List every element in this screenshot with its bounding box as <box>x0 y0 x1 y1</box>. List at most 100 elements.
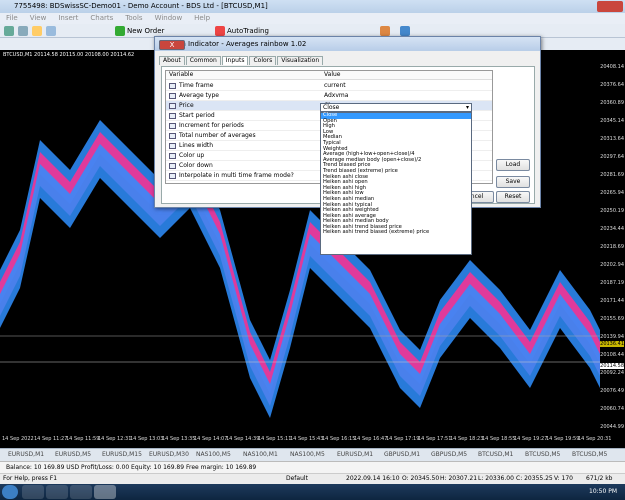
tab-about[interactable]: About <box>159 56 185 65</box>
reset-button[interactable]: Reset <box>496 191 530 203</box>
price-combobox-value: Close <box>323 104 340 111</box>
price-tick-label: 20281.69 <box>600 172 624 178</box>
symbol-tab[interactable]: NAS100,M5 <box>196 451 231 458</box>
menu-bar: File View Insert Charts Tools Window Help <box>0 13 625 24</box>
price-combobox[interactable]: Close ▾ <box>320 103 472 112</box>
input-value[interactable]: Adxvma <box>324 92 348 99</box>
symbol-tab[interactable]: EURUSD,M1 <box>337 451 373 458</box>
price-tick-label: 20250.19 <box>600 208 624 214</box>
symbol-tab[interactable]: NAS100,M5 <box>290 451 325 458</box>
indicators-icon[interactable] <box>380 26 390 36</box>
status-low: L: 20336.00 <box>478 475 514 482</box>
menu-file[interactable]: File <box>0 13 24 22</box>
price-tag: 20136.41 <box>600 341 624 347</box>
window-titlebar: 7755498: BDSwissSC-Demo01 - Demo Account… <box>0 0 625 14</box>
navigator-icon[interactable] <box>46 26 56 36</box>
time-tick-label: 14 Sep 20:31 <box>578 436 612 442</box>
input-variable: Increment for periods <box>179 122 244 129</box>
input-variable: Average type <box>179 92 219 99</box>
time-tick-label: 14 Sep 18:55 <box>482 436 516 442</box>
price-tick-label: 20313.64 <box>600 136 624 142</box>
symbol-tab[interactable]: NAS100,M1 <box>243 451 278 458</box>
parameter-icon <box>169 83 176 89</box>
menu-insert[interactable]: Insert <box>52 13 84 22</box>
periods-icon[interactable] <box>400 26 410 36</box>
status-open: O: 20345.50 <box>402 475 440 482</box>
time-tick-label: 14 Sep 2022 <box>2 436 34 442</box>
symbol-tab[interactable]: EURUSD,M15 <box>102 451 142 458</box>
time-tick-label: 14 Sep 18:23 <box>450 436 484 442</box>
price-option[interactable]: Heiken ashi trend biased (extreme) price <box>321 230 471 236</box>
menu-help[interactable]: Help <box>188 13 216 22</box>
close-icon[interactable] <box>597 1 623 12</box>
input-variable: Price <box>179 102 194 109</box>
symbol-tab[interactable]: EURUSD,M30 <box>149 451 189 458</box>
input-variable: Lines width <box>179 142 214 149</box>
menu-tools[interactable]: Tools <box>119 13 148 22</box>
taskbar-app-icon[interactable] <box>22 485 44 499</box>
time-tick-label: 14 Sep 14:39 <box>226 436 260 442</box>
tab-common[interactable]: Common <box>185 56 221 65</box>
autotrading-icon[interactable] <box>215 26 225 36</box>
symbol-tab[interactable]: EURUSD,M5 <box>55 451 91 458</box>
parameter-icon <box>169 173 176 179</box>
new-order-icon[interactable] <box>115 26 125 36</box>
price-tick-label: 20297.64 <box>600 154 624 160</box>
new-order-button[interactable]: New Order <box>127 27 164 35</box>
price-tick-label: 20171.44 <box>600 298 624 304</box>
autotrading-button[interactable]: AutoTrading <box>227 27 269 35</box>
price-axis: 20408.14 20376.64 20360.89 20345.14 20313.64… <box>600 50 625 433</box>
tab-colors[interactable]: Colors <box>249 56 277 65</box>
status-datetime: 2022.09.14 16:10 <box>346 475 400 482</box>
price-tag: 20114.58 <box>600 363 624 369</box>
time-tick-label: 14 Sep 19:27 <box>514 436 548 442</box>
symbol-tabs: EURUSD,M1 EURUSD,M5 EURUSD,M15 EURUSD,M30 NA… <box>0 448 625 461</box>
market-watch-icon[interactable] <box>32 26 42 36</box>
menu-charts[interactable]: Charts <box>84 13 119 22</box>
tab-inputs[interactable]: Inputs <box>221 56 249 65</box>
symbol-tab[interactable]: BTCUSD,M5 <box>572 451 607 458</box>
status-bar: For Help, press F1 Default 2022.09.14 16… <box>0 473 625 484</box>
time-tick-label: 14 Sep 14:07 <box>194 436 228 442</box>
dialog-close-button[interactable]: X <box>159 40 185 50</box>
menu-view[interactable]: View <box>24 13 53 22</box>
input-variable: Time frame <box>179 82 214 89</box>
time-tick-label: 14 Sep 19:59 <box>546 436 580 442</box>
price-tick-label: 20108.44 <box>600 352 624 358</box>
input-variable: Total number of averages <box>179 132 256 139</box>
symbol-tab[interactable]: BTCUSD,M1 <box>478 451 513 458</box>
status-high: H: 20307.21 <box>440 475 478 482</box>
time-tick-label: 14 Sep 13:03 <box>130 436 164 442</box>
price-tick-label: 20139.94 <box>600 334 624 340</box>
profiles-icon[interactable] <box>18 26 28 36</box>
time-tick-label: 14 Sep 15:11 <box>258 436 292 442</box>
time-tick-label: 14 Sep 17:51 <box>418 436 452 442</box>
taskbar-app-icon[interactable] <box>70 485 92 499</box>
new-chart-icon[interactable] <box>4 26 14 36</box>
price-tick-label: 20265.94 <box>600 190 624 196</box>
input-variable: Start period <box>179 112 215 119</box>
window-title: 7755498: BDSwissSC-Demo01 - Demo Account… <box>14 2 268 10</box>
symbol-tab[interactable]: GBPUSD,M5 <box>431 451 467 458</box>
taskbar-app-icon[interactable] <box>46 485 68 499</box>
symbol-tab[interactable]: BTCUSD,M5 <box>525 451 560 458</box>
parameter-icon <box>169 163 176 169</box>
input-row[interactable]: Time frame current <box>166 81 492 91</box>
tab-visualization[interactable]: Visualization <box>277 56 324 65</box>
symbol-tab[interactable]: EURUSD,M1 <box>8 451 44 458</box>
column-value: Value <box>321 71 492 80</box>
price-dropdown-list: Close Open High Low Median Typical Weighted Ave… <box>320 112 472 255</box>
menu-window[interactable]: Window <box>149 13 189 22</box>
status-close: C: 20355.25 <box>516 475 553 482</box>
start-button[interactable] <box>2 485 18 499</box>
input-variable: Color down <box>179 162 213 169</box>
time-tick-label: 14 Sep 13:35 <box>162 436 196 442</box>
input-row[interactable]: Average type Adxvma <box>166 91 492 101</box>
load-button[interactable]: Load <box>496 159 530 171</box>
symbol-tab[interactable]: GBPUSD,M1 <box>384 451 420 458</box>
save-button[interactable]: Save <box>496 176 530 188</box>
price-tick-label: 20044.99 <box>600 424 624 430</box>
taskbar-app-icon[interactable] <box>94 485 116 499</box>
input-value[interactable]: current <box>324 82 346 89</box>
chevron-down-icon[interactable]: ▾ <box>466 104 469 111</box>
